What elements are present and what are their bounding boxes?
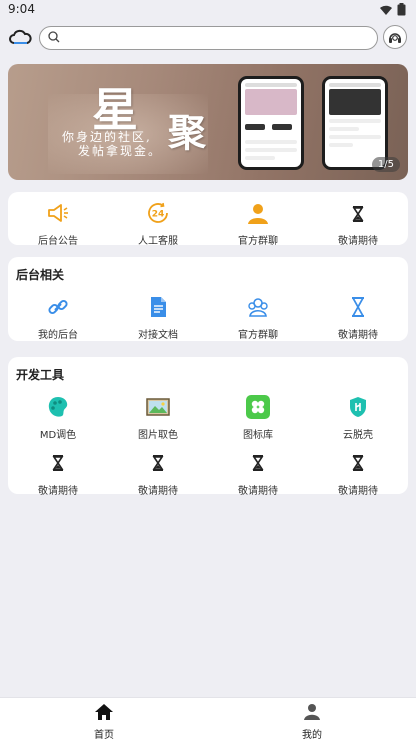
tool-item-icon-library[interactable]: 图标库 bbox=[208, 395, 308, 441]
hourglass-icon bbox=[352, 455, 364, 471]
quick-item-label: 后台公告 bbox=[38, 236, 78, 247]
bottom-nav: 首页 我的 bbox=[0, 697, 416, 741]
backend-item-official-group[interactable]: 官方群聊 bbox=[208, 295, 308, 341]
tool-item-image-picker[interactable]: 图片取色 bbox=[108, 395, 208, 441]
tool-item-cloud-unpack[interactable]: 云脱壳 bbox=[308, 395, 408, 441]
link-icon bbox=[48, 299, 68, 315]
quick-item-support[interactable]: 24 人工客服 bbox=[108, 201, 208, 247]
megaphone-icon bbox=[48, 204, 68, 222]
tool-item-label: 云脱壳 bbox=[343, 430, 373, 441]
tool-item-label: 敬请期待 bbox=[338, 486, 378, 497]
backend-item-label: 我的后台 bbox=[38, 330, 78, 341]
quick-item-coming-soon[interactable]: 敬请期待 bbox=[308, 201, 408, 247]
banner-subtitle: 你身边的社区, 发帖拿现金。 bbox=[62, 130, 162, 158]
quick-item-label: 人工客服 bbox=[138, 236, 178, 247]
tab-mine-label: 我的 bbox=[302, 730, 322, 741]
tool-item-label: 敬请期待 bbox=[138, 486, 178, 497]
icon-library-icon bbox=[246, 395, 270, 419]
tab-home-label: 首页 bbox=[94, 730, 114, 741]
tool-item-label: 图标库 bbox=[243, 430, 273, 441]
hourglass-icon bbox=[352, 297, 364, 317]
tool-item-label: 敬请期待 bbox=[38, 486, 78, 497]
tool-item-coming-soon[interactable]: 敬请期待 bbox=[208, 451, 308, 497]
tool-item-label: MD调色 bbox=[39, 430, 77, 441]
quick-item-official-group[interactable]: 官方群聊 bbox=[208, 201, 308, 247]
quick-item-label: 敬请期待 bbox=[338, 236, 378, 247]
backend-item-label: 敬请期待 bbox=[338, 330, 378, 341]
headset-icon bbox=[389, 33, 401, 43]
backend-item-label: 官方群聊 bbox=[238, 330, 278, 341]
document-icon bbox=[151, 297, 166, 317]
backend-item-my-backend[interactable]: 我的后台 bbox=[8, 295, 108, 341]
status-time: 9:04 bbox=[8, 2, 35, 16]
tool-item-coming-soon[interactable]: 敬请期待 bbox=[108, 451, 208, 497]
palette-icon bbox=[48, 397, 68, 417]
backend-card: 后台相关 我的后台 对接文档 官方群聊 敬请期待 bbox=[8, 257, 408, 341]
section-title: 后台相关 bbox=[16, 268, 65, 282]
banner-subtitle-line-2: 发帖拿现金。 bbox=[78, 144, 163, 158]
cloud-logo-icon[interactable] bbox=[8, 28, 32, 48]
hourglass-icon bbox=[52, 455, 64, 471]
headset-avatar-button[interactable] bbox=[383, 25, 407, 49]
battery-icon bbox=[397, 3, 406, 16]
search-input[interactable] bbox=[39, 26, 378, 50]
tool-item-label: 图片取色 bbox=[138, 430, 178, 441]
quick-actions-card: 后台公告 24 人工客服 官方群聊 敬请期待 bbox=[8, 192, 408, 247]
shield-icon bbox=[350, 397, 366, 417]
support-24-icon: 24 bbox=[148, 202, 168, 223]
backend-item-coming-soon[interactable]: 敬请期待 bbox=[308, 295, 408, 341]
status-icons bbox=[379, 3, 406, 19]
tab-mine[interactable]: 我的 bbox=[282, 703, 342, 741]
banner-pager: 1/5 bbox=[371, 157, 400, 172]
tool-item-coming-soon[interactable]: 敬请期待 bbox=[8, 451, 108, 497]
status-bar: 9:04 bbox=[0, 0, 416, 20]
svg-text:24: 24 bbox=[152, 210, 165, 220]
section-title: 开发工具 bbox=[16, 368, 65, 382]
tool-item-label: 敬请期待 bbox=[238, 486, 278, 497]
person-icon bbox=[248, 204, 268, 224]
quick-item-label: 官方群聊 bbox=[238, 236, 278, 247]
search-icon bbox=[48, 31, 60, 43]
backend-item-docs[interactable]: 对接文档 bbox=[108, 295, 208, 341]
promo-banner[interactable]: 星 聚 你身边的社区, 发帖拿现金。 1/5 bbox=[8, 64, 408, 180]
profile-icon bbox=[304, 704, 320, 720]
tool-item-md-color[interactable]: MD调色 bbox=[8, 395, 108, 441]
top-bar bbox=[0, 22, 416, 56]
banner-title-2: 聚 bbox=[168, 110, 207, 155]
hourglass-icon bbox=[152, 455, 164, 471]
hourglass-icon bbox=[352, 206, 364, 222]
tool-item-coming-soon[interactable]: 敬请期待 bbox=[308, 451, 408, 497]
banner-subtitle-line-1: 你身边的社区, bbox=[62, 130, 152, 144]
phone-mockup-right bbox=[322, 76, 388, 170]
tab-home[interactable]: 首页 bbox=[74, 703, 134, 741]
wifi-icon bbox=[380, 5, 393, 15]
group-icon bbox=[248, 298, 268, 317]
home-icon bbox=[95, 704, 113, 720]
quick-item-announcement[interactable]: 后台公告 bbox=[8, 201, 108, 247]
phone-mockup-left bbox=[238, 76, 304, 170]
hourglass-icon bbox=[252, 455, 264, 471]
backend-item-label: 对接文档 bbox=[138, 330, 178, 341]
dev-tools-card: 开发工具 MD调色 图片取色 图标库 云脱壳 敬请期待 敬请期待 敬请期待 敬请… bbox=[8, 357, 408, 497]
image-icon bbox=[146, 398, 170, 416]
